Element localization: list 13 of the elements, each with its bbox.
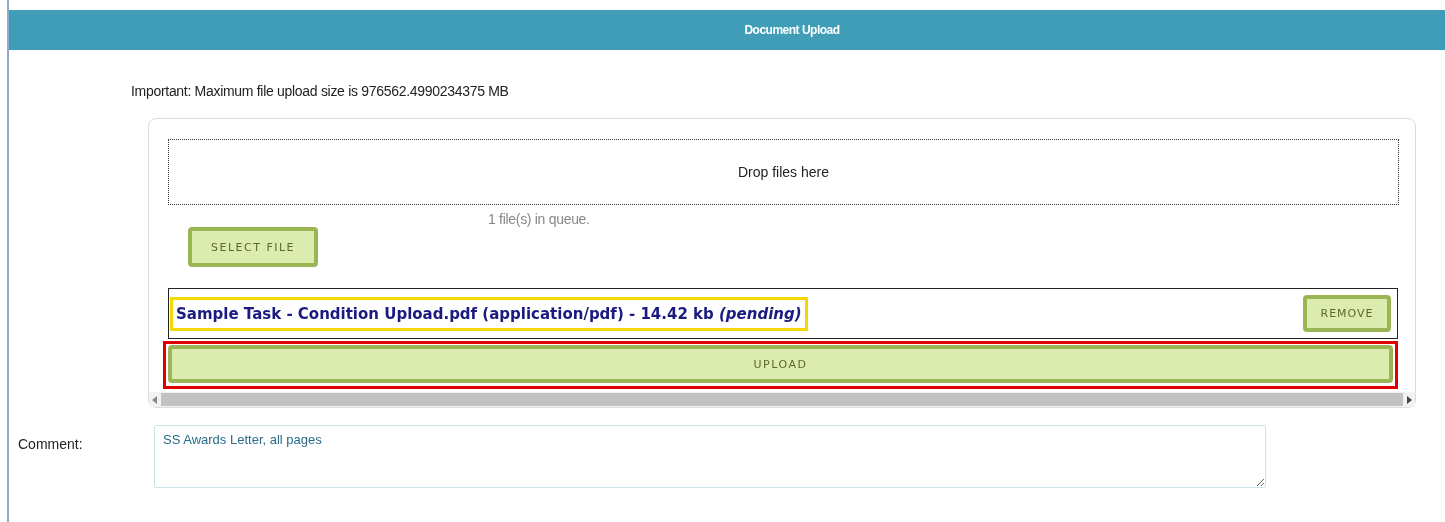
queue-status: 1 file(s) in queue. — [488, 211, 591, 227]
horizontal-scrollbar[interactable] — [149, 392, 1415, 407]
upload-size-notice: Important: Maximum file upload size is 976562.4990234375 MB — [131, 83, 510, 99]
comment-field[interactable]: SS Awards Letter, all pages — [154, 425, 1266, 488]
remove-button[interactable]: REMOVE — [1303, 295, 1391, 332]
file-name: Sample Task - Condition Upload.pdf (application/pdf) - 14.42 kb (pending) — [170, 296, 808, 331]
upload-button[interactable]: UPLOAD — [168, 345, 1393, 383]
scroll-left-icon[interactable] — [152, 395, 158, 404]
select-file-button[interactable]: SELECT FILE — [188, 227, 318, 267]
dropzone[interactable]: Drop files here — [168, 139, 1399, 205]
comment-label: Comment: — [18, 436, 84, 452]
scroll-right-icon[interactable] — [1406, 395, 1412, 404]
window-title: Document Upload — [744, 23, 840, 37]
